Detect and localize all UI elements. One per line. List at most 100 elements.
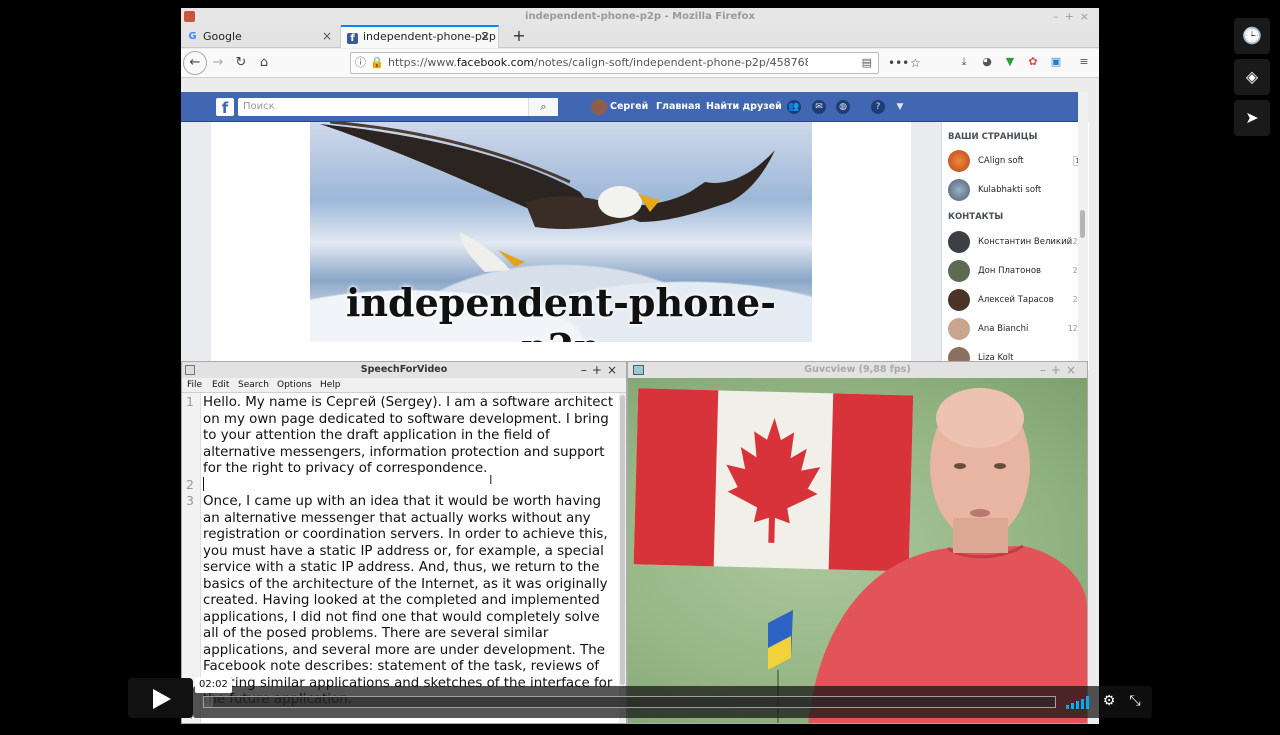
menu-edit[interactable]: Edit	[212, 378, 229, 393]
messenger-icon[interactable]: ✉	[812, 100, 826, 114]
scrollbar-thumb[interactable]	[1080, 210, 1085, 238]
note-banner-image: independent-phone-p2p	[310, 122, 812, 342]
webcam-frame-illustration	[633, 388, 1087, 723]
facebook-search-input[interactable]: Поиск ⌕	[238, 98, 558, 116]
page-name: Kulabhakti soft	[978, 185, 1042, 195]
i-beam-cursor-icon: I	[489, 473, 493, 487]
url-text[interactable]: https://www.facebook.com/notes/calign-so…	[388, 53, 808, 73]
reload-button[interactable]: ↻	[230, 52, 252, 74]
friend-requests-icon[interactable]: 👥	[787, 100, 801, 114]
pages-header: ВАШИ СТРАНИЦЫ	[948, 132, 1038, 142]
download-icon[interactable]: ⤓	[957, 55, 971, 69]
window-controls[interactable]: –+×	[1040, 362, 1081, 378]
page-name: CAlign soft	[978, 156, 1024, 166]
avatar	[591, 99, 607, 115]
extension-icon[interactable]: ▣	[1049, 55, 1063, 69]
watch-later-button[interactable]: 🕒	[1234, 18, 1270, 54]
tab-facebook-note[interactable]: f independent-phone-p2p ×	[341, 25, 499, 48]
eagle-illustration	[320, 122, 775, 272]
tab-label: Google	[203, 30, 242, 43]
close-tab-icon[interactable]: ×	[480, 26, 490, 46]
facebook-logo-icon[interactable]: f	[216, 98, 234, 117]
line-number: 3	[186, 493, 194, 508]
line-number-gutter: 1 2 3 4	[182, 393, 201, 723]
scrollbar-thumb[interactable]	[620, 395, 625, 685]
extension-icon[interactable]: ✿	[1026, 55, 1040, 69]
contact-name: Константин Великий	[978, 237, 1073, 247]
url-bar[interactable]: ⓘ 🔒 https://www.facebook.com/notes/calig…	[350, 52, 879, 74]
url-path: /notes/calign-soft/independent-phone-p2p…	[534, 56, 808, 69]
bookmark-star-icon[interactable]: ☆	[910, 52, 921, 74]
extension-icon[interactable]: ◕	[980, 55, 994, 69]
forward-button[interactable]: →	[207, 52, 229, 74]
watch-later-icon: 🕒	[1242, 26, 1262, 45]
find-friends-link[interactable]: Найти друзей	[706, 99, 782, 115]
line-number: 1	[186, 394, 194, 409]
time-tooltip: 02:02	[195, 677, 232, 693]
text-line[interactable]: Hello. My name is Сергей (Sergey). I am …	[203, 395, 618, 478]
collections-icon: ◈	[1245, 67, 1259, 86]
line-number: 2	[186, 477, 194, 492]
menu-search[interactable]: Search	[238, 378, 269, 393]
settings-gear-icon[interactable]: ⚙	[1100, 692, 1118, 710]
facebook-sidebar: ВАШИ СТРАНИЦЫ CAlign soft 1 Kulabhakti s…	[941, 122, 1089, 370]
menu-file[interactable]: File	[187, 378, 202, 393]
page-actions-icon[interactable]: •••	[888, 52, 909, 74]
contact-item[interactable]: Ana Bianchi 12ч	[948, 318, 1084, 340]
menu-help[interactable]: Help	[320, 378, 341, 393]
contact-item[interactable]: Константин Великий 12ч	[948, 231, 1084, 253]
share-button[interactable]: ➤	[1234, 100, 1270, 136]
avatar	[948, 318, 970, 340]
avatar	[948, 231, 970, 253]
text-line[interactable]: Once, I came up with an idea that it wou…	[203, 494, 618, 709]
home-button[interactable]: ⌂	[253, 52, 275, 74]
contacts-header: КОНТАКТЫ	[948, 212, 1004, 222]
facebook-page: f Поиск ⌕ Сергей Главная Найти друзей 👥 …	[181, 92, 1089, 370]
reader-view-icon[interactable]: ▤	[862, 53, 872, 73]
progress-bar[interactable]	[203, 696, 1056, 708]
new-tab-button[interactable]: +	[508, 25, 530, 48]
back-button[interactable]: ←	[183, 51, 207, 75]
contact-item[interactable]: Алексей Тарасов 2ч	[948, 289, 1084, 311]
help-icon[interactable]: ?	[871, 100, 885, 114]
search-placeholder: Поиск	[243, 101, 275, 112]
forward-icon: →	[212, 55, 224, 70]
text-cursor	[203, 477, 204, 491]
guvcview-title-bar: Guvcview (9,88 fps) –+×	[628, 362, 1087, 378]
guvcview-window: Guvcview (9,88 fps) –+×	[627, 361, 1088, 724]
desktop-screen: independent-phone-p2p - Mozilla Firefox …	[181, 8, 1099, 724]
collections-button[interactable]: ◈	[1234, 59, 1270, 95]
notifications-icon[interactable]: ◍	[836, 100, 850, 114]
tab-google[interactable]: G Google ×	[181, 25, 341, 48]
editor-menu-bar: File Edit Search Options Help	[182, 378, 626, 393]
chevron-down-icon[interactable]: ▼	[893, 100, 907, 114]
firefox-title-bar: independent-phone-p2p - Mozilla Firefox …	[181, 8, 1099, 25]
avatar	[948, 289, 970, 311]
menu-icon[interactable]: ≡	[1077, 55, 1091, 69]
video-player: independent-phone-p2p - Mozilla Firefox …	[0, 0, 1280, 735]
extension-icon[interactable]: ▼	[1003, 55, 1017, 69]
url-domain: facebook.com	[456, 56, 535, 69]
menu-options[interactable]: Options	[277, 378, 312, 393]
firefox-window-title: independent-phone-p2p - Mozilla Firefox	[525, 11, 755, 22]
window-controls[interactable]: –+×	[1053, 8, 1095, 25]
window-controls[interactable]: –+×	[581, 362, 622, 378]
home-link[interactable]: Главная	[656, 99, 701, 115]
profile-link[interactable]: Сергей	[591, 99, 648, 115]
page-item[interactable]: Kulabhakti soft	[948, 179, 1084, 201]
site-info-icon[interactable]: ⓘ	[355, 53, 366, 73]
editor-app-icon	[185, 365, 195, 375]
play-button[interactable]	[128, 678, 193, 718]
volume-control[interactable]	[1066, 696, 1090, 709]
fullscreen-icon[interactable]: ⤡	[1126, 692, 1144, 710]
guvcview-app-icon	[633, 365, 644, 375]
contact-item[interactable]: Дон Платонов 2ч	[948, 260, 1084, 282]
facebook-top-bar: f Поиск ⌕ Сергей Главная Найти друзей 👥 …	[181, 92, 1088, 122]
page-scrollbar[interactable]	[1078, 92, 1088, 370]
search-icon[interactable]: ⌕	[528, 98, 558, 116]
editor-scrollbar[interactable]	[619, 393, 626, 723]
page-item[interactable]: CAlign soft 1	[948, 150, 1084, 172]
close-tab-icon[interactable]: ×	[322, 25, 332, 48]
google-favicon-icon: G	[188, 31, 197, 42]
editor-text-area[interactable]: 1 2 3 4 Hello. My name is Сергей (Sergey…	[182, 393, 626, 723]
